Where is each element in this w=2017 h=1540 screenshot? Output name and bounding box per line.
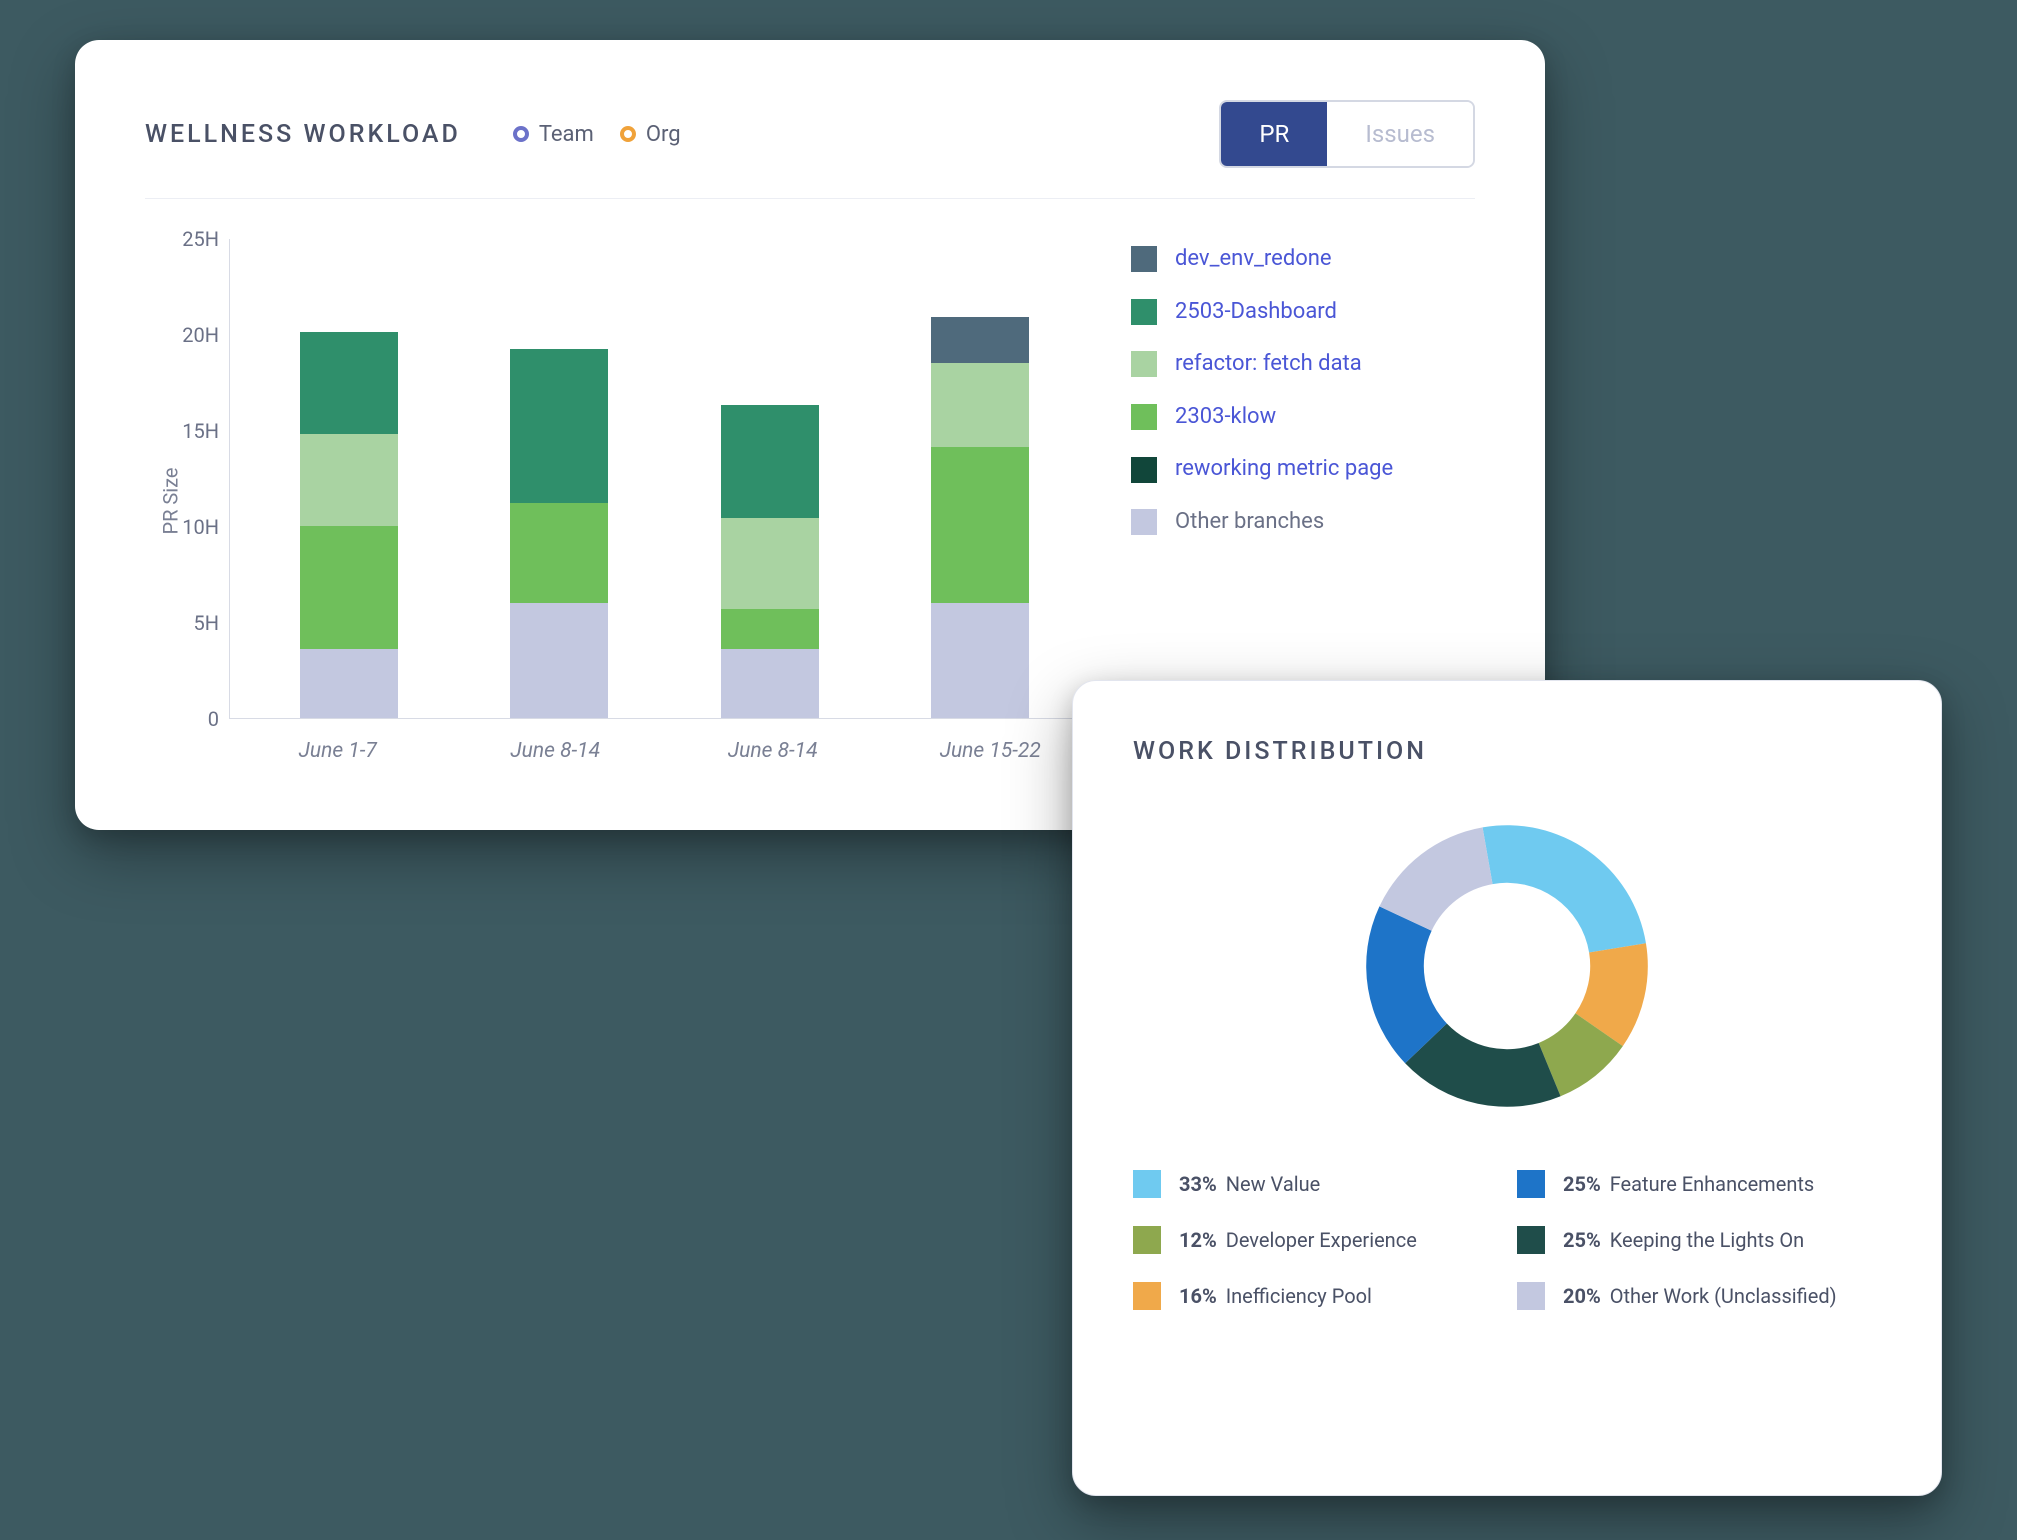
distribution-legend-item[interactable]: 25% Keeping the Lights On (1517, 1226, 1881, 1254)
bar-segment (300, 526, 398, 649)
circle-icon (620, 126, 636, 142)
distribution-legend-text: 25% Feature Enhancements (1563, 1172, 1814, 1196)
bar-segment (510, 603, 608, 718)
x-tick: June 8-14 (703, 739, 843, 763)
bar[interactable] (300, 332, 398, 718)
distribution-legend-item[interactable]: 20% Other Work (Unclassified) (1517, 1282, 1881, 1310)
work-distribution-title: WORK DISTRIBUTION (1133, 737, 1881, 766)
distribution-legend-pct: 20% (1563, 1284, 1601, 1308)
distribution-legend-pct: 25% (1563, 1228, 1601, 1252)
distribution-legend-pct: 25% (1563, 1172, 1601, 1196)
scope-org[interactable]: Org (620, 122, 681, 147)
bar-segment (931, 317, 1029, 363)
bar-segment (300, 332, 398, 434)
bar-segment (931, 603, 1029, 718)
bar[interactable] (510, 349, 608, 718)
distribution-legend-label: New Value (1221, 1172, 1320, 1196)
distribution-legend-text: 20% Other Work (Unclassified) (1563, 1284, 1837, 1308)
distribution-legend-item[interactable]: 16% Inefficiency Pool (1133, 1282, 1497, 1310)
bar-segment (300, 649, 398, 718)
wellness-chart-body: PR Size 05H10H15H20H25H June 1-7June 8-1… (145, 199, 1475, 763)
bar-segment (931, 447, 1029, 603)
bar-legend-label: refactor: fetch data (1175, 350, 1362, 379)
distribution-legend: 33% New Value 25% Feature Enhancements 12%… (1133, 1156, 1881, 1310)
distribution-legend-pct: 16% (1179, 1284, 1217, 1308)
scope-legend: Team Org (513, 122, 681, 147)
scope-team-label: Team (539, 122, 594, 147)
distribution-legend-pct: 33% (1179, 1172, 1217, 1196)
swatch-icon (1133, 1226, 1161, 1254)
bar-legend-label: dev_env_redone (1175, 245, 1332, 274)
bar-segment (721, 609, 819, 649)
distribution-legend-label: Keeping the Lights On (1605, 1228, 1804, 1252)
bar-legend-item[interactable]: reworking metric page (1131, 455, 1475, 484)
swatch-icon (1131, 404, 1157, 430)
bar-segment (721, 649, 819, 718)
swatch-icon (1517, 1226, 1545, 1254)
bar-legend-label: 2503-Dashboard (1175, 298, 1337, 327)
bar[interactable] (721, 405, 819, 718)
bar-legend-item[interactable]: dev_env_redone (1131, 245, 1475, 274)
swatch-icon (1133, 1282, 1161, 1310)
x-tick: June 8-14 (485, 739, 625, 763)
bar-segment (510, 349, 608, 503)
wellness-title: WELLNESS WORKLOAD (145, 120, 461, 149)
distribution-legend-item[interactable]: 25% Feature Enhancements (1517, 1170, 1881, 1198)
bar[interactable] (931, 317, 1029, 718)
distribution-legend-label: Developer Experience (1221, 1228, 1417, 1252)
bar-legend-item[interactable]: 2303-klow (1131, 403, 1475, 432)
donut-wrap (1133, 766, 1881, 1156)
distribution-legend-label: Inefficiency Pool (1221, 1284, 1372, 1308)
bar-segment (931, 363, 1029, 447)
bar-legend-item[interactable]: 2503-Dashboard (1131, 298, 1475, 327)
swatch-icon (1131, 246, 1157, 272)
bar-legend-item[interactable]: refactor: fetch data (1131, 350, 1475, 379)
swatch-icon (1517, 1282, 1545, 1310)
swatch-icon (1131, 351, 1157, 377)
circle-icon (513, 126, 529, 142)
x-ticks: June 1-7 June 8-14 June 8-14 June 15-22 (229, 719, 1099, 763)
distribution-legend-text: 12% Developer Experience (1179, 1228, 1417, 1252)
donut-chart (1347, 806, 1667, 1126)
distribution-legend-pct: 12% (1179, 1228, 1217, 1252)
donut-segment[interactable] (1483, 825, 1646, 952)
bar-chart: PR Size 05H10H15H20H25H June 1-7June 8-1… (145, 239, 1105, 763)
bar-legend-label: Other branches (1175, 508, 1324, 537)
wellness-header-left: WELLNESS WORKLOAD Team Org (145, 120, 681, 149)
bar-segment (721, 518, 819, 608)
distribution-legend-text: 33% New Value (1179, 1172, 1320, 1196)
distribution-legend-item[interactable]: 33% New Value (1133, 1170, 1497, 1198)
distribution-legend-label: Other Work (Unclassified) (1605, 1284, 1837, 1308)
distribution-legend-text: 25% Keeping the Lights On (1563, 1228, 1804, 1252)
bar-segment (300, 434, 398, 526)
wellness-header: WELLNESS WORKLOAD Team Org PR Issues (145, 100, 1475, 199)
bar-legend-item[interactable]: Other branches (1131, 508, 1475, 537)
bar-legend-label: 2303-klow (1175, 403, 1276, 432)
scope-team[interactable]: Team (513, 122, 594, 147)
work-distribution-card: WORK DISTRIBUTION 33% New Value 25% Featu… (1072, 680, 1942, 1496)
distribution-legend-item[interactable]: 12% Developer Experience (1133, 1226, 1497, 1254)
swatch-icon (1131, 457, 1157, 483)
bar-segment (721, 405, 819, 518)
x-tick: June 1-7 (268, 739, 408, 763)
tab-group: PR Issues (1219, 100, 1475, 168)
distribution-legend-label: Feature Enhancements (1605, 1172, 1815, 1196)
swatch-icon (1517, 1170, 1545, 1198)
scope-org-label: Org (646, 122, 681, 147)
bar-segment (510, 503, 608, 603)
distribution-legend-text: 16% Inefficiency Pool (1179, 1284, 1372, 1308)
swatch-icon (1133, 1170, 1161, 1198)
swatch-icon (1131, 299, 1157, 325)
tab-pr[interactable]: PR (1221, 102, 1327, 166)
y-ticks: 05H10H15H20H25H (167, 239, 219, 719)
plot-area (229, 239, 1099, 719)
swatch-icon (1131, 509, 1157, 535)
tab-issues[interactable]: Issues (1327, 102, 1473, 166)
x-tick: June 15-22 (920, 739, 1060, 763)
bar-legend-label: reworking metric page (1175, 455, 1393, 484)
